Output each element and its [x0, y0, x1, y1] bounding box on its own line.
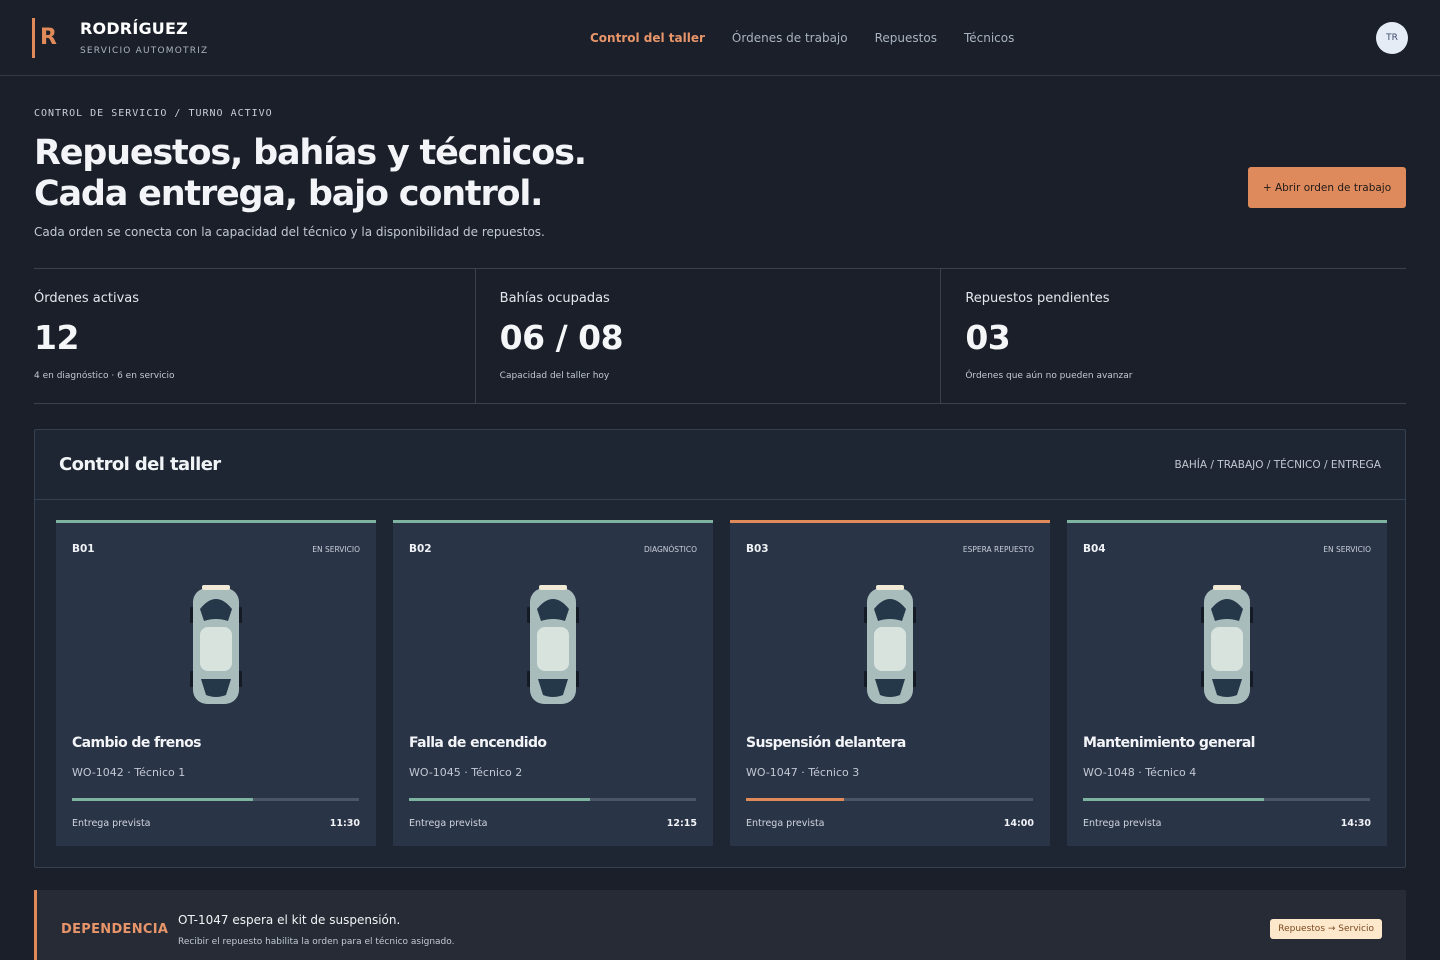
workshop-control-panel: Control del taller BAHÍA / TRABAJO / TÉC…	[34, 429, 1406, 868]
dependency-title: OT-1047 espera el kit de suspensión.	[178, 913, 401, 927]
bay-job-title: Mantenimiento general	[1083, 735, 1255, 751]
user-avatar[interactable]: TR	[1376, 22, 1408, 54]
brand-name: RODRÍGUEZ	[80, 19, 188, 38]
stat-label: Bahías ocupadas	[499, 291, 610, 306]
stat-active-orders: Órdenes activas 12 4 en diagnóstico · 6 …	[34, 269, 475, 403]
nav-item-control-taller[interactable]: Control del taller	[590, 31, 705, 45]
bay-id: B01	[72, 543, 95, 555]
bay-grid: B01 EN SERVICIO Cambio de frenos WO-1042…	[56, 520, 1387, 846]
stat-pending-parts: Repuestos pendientes 03 Órdenes que aún …	[940, 269, 1406, 403]
stat-value: 12	[34, 318, 79, 357]
bay-progress-bar	[72, 798, 359, 801]
bay-progress-fill	[1083, 798, 1264, 801]
stat-value: 06 / 08	[499, 318, 624, 357]
bay-progress-bar	[746, 798, 1033, 801]
bay-job-title: Cambio de frenos	[72, 735, 201, 751]
bay-card[interactable]: B02 DIAGNÓSTICO Falla de encendido WO-10…	[393, 520, 713, 846]
open-work-order-button[interactable]: + Abrir orden de trabajo	[1248, 167, 1406, 208]
brand[interactable]: R RODRÍGUEZ SERVICIO AUTOMOTRIZ	[32, 17, 209, 58]
dependency-banner: DEPENDENCIA OT-1047 espera el kit de sus…	[34, 890, 1406, 960]
main-nav: Control del taller Órdenes de trabajo Re…	[590, 0, 1014, 76]
due-time: 14:00	[1003, 818, 1034, 829]
hero-description: Cada orden se conecta con la capacidad d…	[34, 225, 545, 239]
hero: CONTROL DE SERVICIO / TURNO ACTIVO Repue…	[34, 108, 1406, 239]
bay-card[interactable]: B03 ESPERA REPUESTO Suspensión delantera…	[730, 520, 1050, 846]
stat-occupied-bays: Bahías ocupadas 06 / 08 Capacidad del ta…	[474, 269, 941, 403]
bay-id: B03	[746, 543, 769, 555]
panel-legend: BAHÍA / TRABAJO / TÉCNICO / ENTREGA	[1174, 458, 1382, 471]
bay-progress-bar	[1083, 798, 1370, 801]
due-label: Entrega prevista	[1083, 818, 1162, 829]
stat-note: Órdenes que aún no pueden avanzar	[965, 371, 1133, 381]
stats-row: Órdenes activas 12 4 en diagnóstico · 6 …	[34, 268, 1406, 404]
car-top-view-icon	[1201, 585, 1253, 704]
due-label: Entrega prevista	[409, 818, 488, 829]
stat-note: Capacidad del taller hoy	[499, 371, 610, 381]
page-title: Repuestos, bahías y técnicos. Cada entre…	[34, 133, 1406, 215]
stat-label: Repuestos pendientes	[965, 291, 1110, 306]
brand-logo-mark: R	[32, 17, 62, 58]
due-time: 12:15	[666, 818, 697, 829]
dependency-flow-badge[interactable]: Repuestos → Servicio	[1270, 919, 1382, 939]
panel-title: Control del taller	[59, 454, 221, 475]
dependency-subtitle: Recibir el repuesto habilita la orden pa…	[178, 937, 455, 947]
stat-label: Órdenes activas	[34, 291, 139, 306]
page-title-line-1: Repuestos, bahías y técnicos.	[34, 133, 587, 173]
car-top-view-icon	[190, 585, 242, 704]
bay-card[interactable]: B04 EN SERVICIO Mantenimiento general WO…	[1067, 520, 1387, 846]
nav-item-repuestos[interactable]: Repuestos	[875, 31, 937, 45]
bay-status-badge: ESPERA REPUESTO	[962, 545, 1034, 554]
due-label: Entrega prevista	[72, 818, 151, 829]
due-time: 14:30	[1340, 818, 1371, 829]
dependency-tag: DEPENDENCIA	[61, 922, 169, 937]
bay-id: B02	[409, 543, 432, 555]
bay-progress-fill	[746, 798, 844, 801]
bay-status-badge: EN SERVICIO	[1323, 545, 1371, 554]
bay-status-badge: DIAGNÓSTICO	[643, 545, 697, 554]
stat-note: 4 en diagnóstico · 6 en servicio	[34, 371, 175, 381]
due-time: 11:30	[329, 818, 360, 829]
bay-job-title: Falla de encendido	[409, 735, 547, 751]
nav-item-ordenes[interactable]: Órdenes de trabajo	[732, 31, 848, 45]
brand-subtitle: SERVICIO AUTOMOTRIZ	[80, 46, 209, 56]
bay-order-technician: WO-1042 · Técnico 1	[72, 766, 186, 779]
stat-value: 03	[965, 318, 1011, 357]
bay-progress-bar	[409, 798, 696, 801]
bay-card[interactable]: B01 EN SERVICIO Cambio de frenos WO-1042…	[56, 520, 376, 846]
panel-header: Control del taller BAHÍA / TRABAJO / TÉC…	[35, 430, 1405, 500]
page-title-line-2: Cada entrega, bajo control.	[34, 174, 543, 214]
car-top-view-icon	[864, 585, 916, 704]
bay-id: B04	[1083, 543, 1106, 555]
car-top-view-icon	[527, 585, 579, 704]
top-bar: R RODRÍGUEZ SERVICIO AUTOMOTRIZ Control …	[0, 0, 1440, 76]
bay-order-technician: WO-1045 · Técnico 2	[409, 766, 523, 779]
bay-order-technician: WO-1048 · Técnico 4	[1083, 766, 1197, 779]
bay-progress-fill	[72, 798, 253, 801]
bay-job-title: Suspensión delantera	[746, 735, 906, 751]
eyebrow: CONTROL DE SERVICIO / TURNO ACTIVO	[34, 108, 273, 119]
nav-item-tecnicos[interactable]: Técnicos	[964, 31, 1014, 45]
due-label: Entrega prevista	[746, 818, 825, 829]
bay-progress-fill	[409, 798, 590, 801]
bay-order-technician: WO-1047 · Técnico 3	[746, 766, 860, 779]
bay-status-badge: EN SERVICIO	[312, 545, 360, 554]
